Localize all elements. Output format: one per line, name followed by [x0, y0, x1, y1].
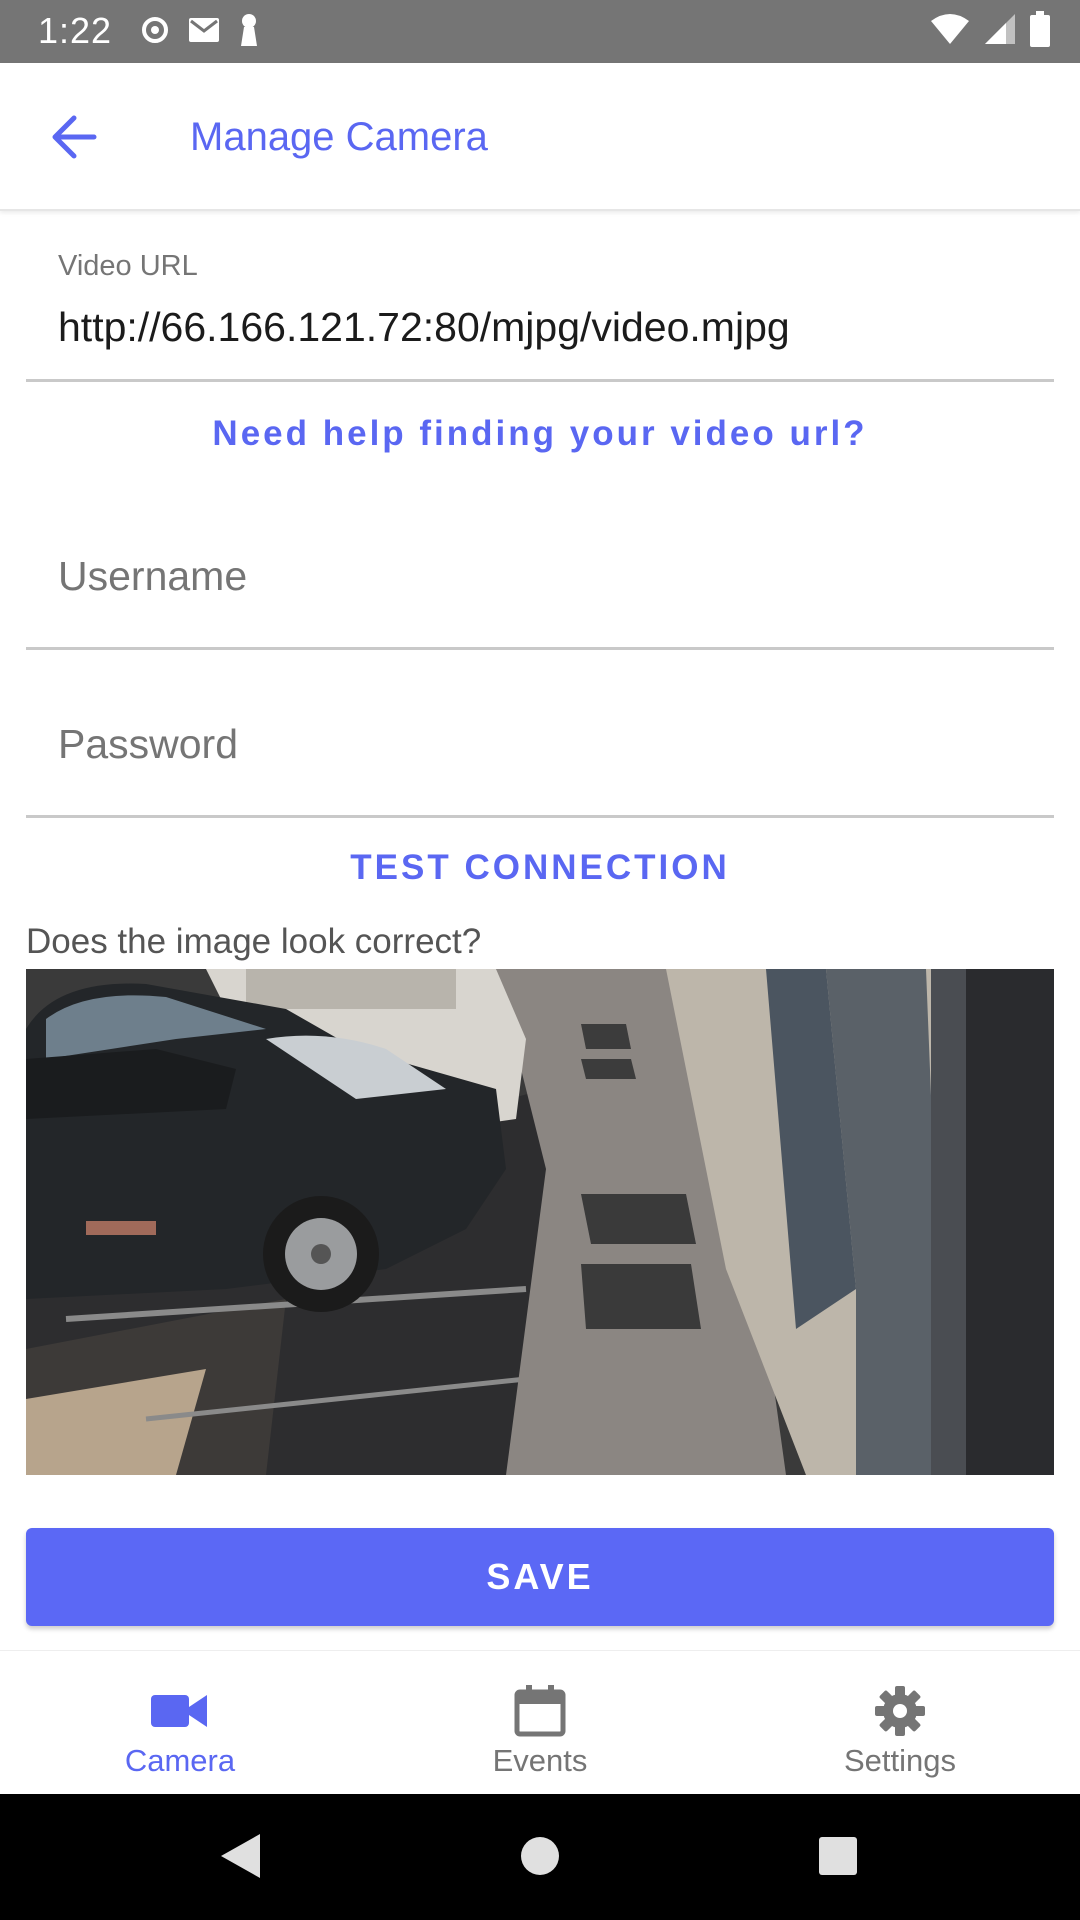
video-url-field[interactable]: Video URL http://66.166.121.72:80/mjpg/v… [26, 240, 1054, 382]
app-bar: Manage Camera [0, 63, 1080, 211]
nav-camera-label: Camera [124, 1743, 236, 1778]
help-video-url-link[interactable]: Need help finding your video url? [0, 414, 1080, 454]
password-field[interactable] [26, 688, 1054, 818]
square-recents-icon [817, 1835, 859, 1882]
image-question: Does the image look correct? [26, 922, 482, 961]
page-title: Manage Camera [190, 115, 488, 159]
gear-icon [874, 1683, 926, 1739]
test-connection-button[interactable]: TEST CONNECTION [0, 848, 1080, 888]
cellular-icon [984, 13, 1016, 50]
status-bar: 1:22 [0, 0, 1080, 63]
nav-camera[interactable]: Camera [0, 1651, 360, 1795]
back-button[interactable] [36, 101, 112, 177]
username-field[interactable] [26, 520, 1054, 650]
notification-icons [140, 12, 260, 52]
system-back-button[interactable] [210, 1828, 270, 1888]
circle-home-icon [519, 1835, 561, 1882]
system-status-icons [930, 10, 1050, 52]
nav-settings-label: Settings [843, 1743, 956, 1778]
gmail-icon [188, 17, 220, 48]
username-input[interactable] [58, 548, 1038, 604]
calendar-icon [514, 1683, 566, 1739]
wifi-icon [930, 13, 970, 50]
battery-icon [1030, 10, 1050, 52]
nav-events[interactable]: Events [360, 1651, 720, 1795]
bottom-navigation: Camera Events Settings [0, 1650, 1080, 1794]
password-input[interactable] [58, 716, 1038, 772]
save-button[interactable]: SAVE [26, 1528, 1054, 1626]
keyhole-icon [238, 13, 260, 52]
video-url-input[interactable]: http://66.166.121.72:80/mjpg/video.mjpg [58, 304, 1038, 351]
camera-preview-image [26, 969, 1054, 1475]
nav-events-label: Events [492, 1743, 588, 1778]
videocam-icon [151, 1683, 209, 1739]
triangle-back-icon [218, 1831, 262, 1886]
nav-settings[interactable]: Settings [720, 1651, 1080, 1795]
sync-icon [140, 15, 170, 50]
system-home-button[interactable] [510, 1828, 570, 1888]
arrow-back-icon [50, 115, 98, 164]
system-recents-button[interactable] [808, 1828, 868, 1888]
video-url-label: Video URL [58, 250, 198, 282]
system-navigation-bar [0, 1794, 1080, 1920]
status-time: 1:22 [38, 10, 113, 51]
